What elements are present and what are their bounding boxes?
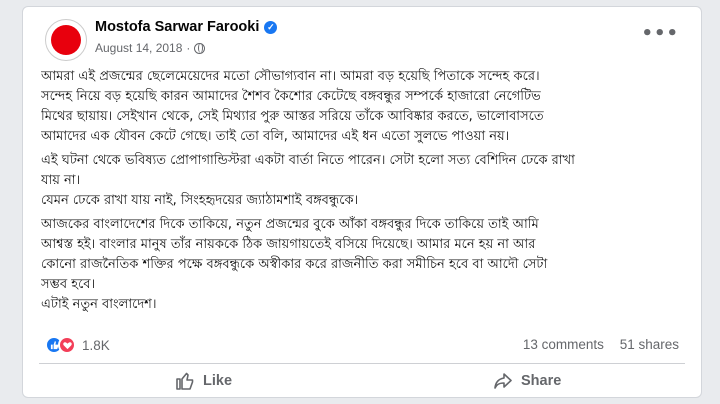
reaction-count: 1.8K bbox=[82, 337, 110, 353]
post-text-line: এই ঘটনা থেকে ভবিষ্যত প্রোপাগান্ডিস্টরা এ… bbox=[41, 153, 575, 168]
post-text: আমরা এই প্রজন্মের ছেলেমেয়েদের মতো সৌভাগ… bbox=[41, 67, 691, 319]
engagement-counts: 13 comments 51 shares bbox=[511, 337, 679, 352]
avatar[interactable] bbox=[45, 19, 87, 61]
share-button[interactable]: Share bbox=[493, 371, 561, 391]
post-paragraph: আজকের বাংলাদেশের দিকে তাকিয়ে, নতুন প্রজ… bbox=[41, 215, 691, 315]
comments-count[interactable]: 13 comments bbox=[523, 337, 604, 352]
like-label: Like bbox=[203, 373, 233, 389]
reactions-summary[interactable]: 1.8K bbox=[45, 336, 110, 354]
post-text-line: সম্ভব হবে। bbox=[41, 277, 96, 292]
love-reaction-icon bbox=[58, 336, 76, 354]
post-text-line: আমরা এই প্রজন্মের ছেলেমেয়েদের মতো সৌভাগ… bbox=[41, 69, 540, 84]
post-text-line: আজকের বাংলাদেশের দিকে তাকিয়ে, নতুন প্রজ… bbox=[41, 217, 539, 232]
shares-count[interactable]: 51 shares bbox=[620, 337, 679, 352]
post-text-line: কোনো রাজনৈতিক শক্তির পক্ষে বঙ্গবন্ধুকে অ… bbox=[41, 257, 548, 272]
share-label: Share bbox=[521, 373, 562, 389]
post-paragraph: আমরা এই প্রজন্মের ছেলেমেয়েদের মতো সৌভাগ… bbox=[41, 67, 691, 147]
avatar-red-circle bbox=[51, 25, 81, 55]
post-meta: August 14, 2018 · bbox=[95, 41, 206, 55]
globe-icon[interactable] bbox=[194, 42, 206, 54]
thumbs-up-icon bbox=[176, 372, 194, 390]
meta-separator: · bbox=[186, 41, 191, 55]
like-button[interactable]: Like bbox=[175, 371, 232, 391]
more-options-icon[interactable]: ••• bbox=[641, 25, 679, 43]
post-text-line: মিথের ছায়ায়। সেইখান থেকে, সেই মিথ্যার … bbox=[41, 109, 544, 124]
post-header: Mostofa Sarwar Farooki ✓ August 14, 2018… bbox=[23, 7, 701, 67]
post-text-line: আমাদের এক যৌবন কেটে গেছে। তাই তো বলি, আম… bbox=[41, 129, 510, 144]
author-name-text[interactable]: Mostofa Sarwar Farooki bbox=[95, 19, 259, 35]
post-text-line: যেমন ঢেকে রাখা যায় নাই, সিংহহৃদয়ের জ্য… bbox=[41, 193, 359, 208]
post-paragraph: এই ঘটনা থেকে ভবিষ্যত প্রোপাগান্ডিস্টরা এ… bbox=[41, 151, 691, 211]
action-divider bbox=[39, 363, 685, 364]
post-text-line: এটাই নতুন বাংলাদেশ। bbox=[41, 297, 157, 312]
post-stats: 1.8K 13 comments 51 shares bbox=[23, 331, 701, 361]
author-name[interactable]: Mostofa Sarwar Farooki ✓ bbox=[95, 19, 278, 35]
post-text-line: সন্দেহ নিয়ে বড় হয়েছি কারন আমাদের শৈশব… bbox=[41, 89, 541, 104]
action-bar: Like Share bbox=[23, 369, 701, 395]
verified-badge-icon: ✓ bbox=[264, 20, 278, 34]
share-arrow-icon bbox=[494, 373, 512, 389]
post-text-line: আশ্বস্ত হই। বাংলার মানুষ তাঁর নায়ককে ঠি… bbox=[41, 237, 536, 252]
post-card: Mostofa Sarwar Farooki ✓ August 14, 2018… bbox=[22, 6, 702, 398]
post-text-line: যায় না। bbox=[41, 173, 81, 188]
post-date[interactable]: August 14, 2018 bbox=[95, 41, 182, 55]
